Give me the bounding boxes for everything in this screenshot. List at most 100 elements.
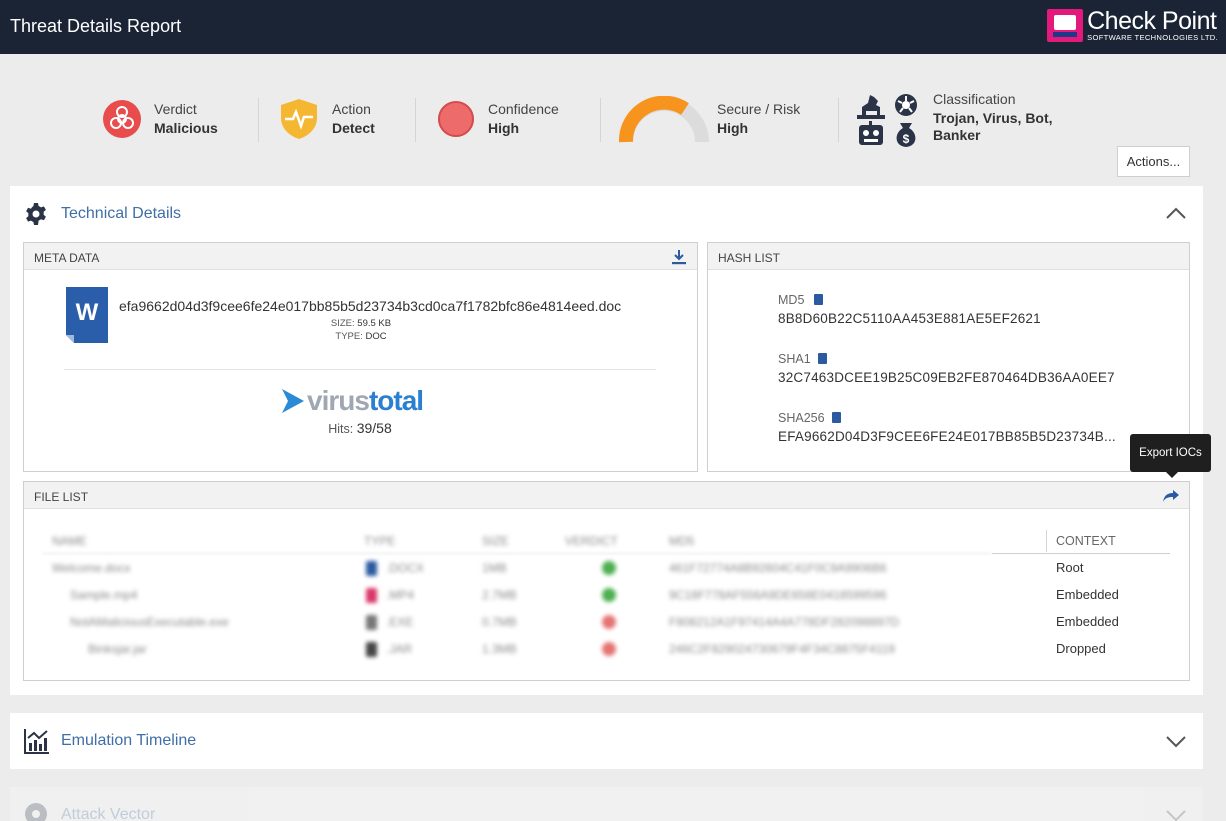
row-context: Root [1056, 560, 1084, 575]
meta-data-header: META DATA [24, 243, 697, 270]
action-label: Action [332, 101, 371, 117]
logo-subtitle: SOFTWARE TECHNOLOGIES LTD. [1087, 33, 1218, 42]
size-value: 59.5 KB [357, 318, 392, 329]
shield-pulse-icon [281, 99, 317, 139]
sha1-value: 32C7463DCEE19B25C09EB2FE870464DB36AA0EE7 [778, 370, 1115, 385]
divider [42, 553, 992, 554]
confidence-summary: Confidence High [488, 101, 559, 136]
chevron-up-icon[interactable] [1165, 206, 1187, 220]
confidence-value: High [488, 120, 520, 136]
divider [600, 98, 601, 142]
chart-icon [24, 729, 49, 754]
sha1-label: SHA1 [778, 352, 811, 366]
verdict-dot-icon [602, 561, 616, 575]
trojan-horse-icon [857, 95, 885, 119]
hits-label: Hits: [328, 422, 354, 436]
chevron-down-icon[interactable] [1165, 809, 1187, 821]
export-share-icon[interactable] [1162, 489, 1180, 503]
divider [838, 98, 839, 142]
action-value: Detect [332, 120, 375, 136]
virustotal-hits: Hits: 39/58 [24, 420, 696, 436]
row-file-size: 2.7MB [482, 588, 517, 602]
copy-icon[interactable] [818, 353, 827, 364]
technical-details-title[interactable]: Technical Details [61, 205, 181, 223]
row-file-type: .MP4 [386, 588, 415, 602]
virus-icon [895, 94, 917, 116]
row-file-name: Welcome.docx [52, 561, 131, 575]
row-file-size: 0.7MB [482, 615, 517, 629]
top-bar: Threat Details Report Check Point SOFTWA… [0, 0, 1226, 54]
row-file-size: 1MB [482, 561, 507, 575]
virustotal-total: total [368, 385, 424, 416]
logo-name: Check Point [1087, 7, 1217, 35]
md5-value: 8B8D60B22C5110AA453E881AE5EF2621 [778, 311, 1041, 326]
bot-icon [859, 121, 883, 145]
classification-label: Classification [933, 91, 1016, 107]
docx-file-icon [366, 561, 377, 576]
jar-file-icon [366, 642, 377, 657]
classification-icons: $ [857, 94, 917, 147]
row-file-name: NotAMaliciousExecutable.exe [70, 615, 229, 629]
file-list-header: FILE LIST [24, 482, 1189, 509]
hash-list-box: HASH LIST MD5 8B8D60B22C5110AA453E881AE5… [707, 242, 1190, 472]
attack-vector-panel[interactable]: Attack Vector [10, 787, 1203, 821]
file-type: TYPE: DOC [261, 331, 461, 342]
verdict-dot-icon [602, 642, 616, 656]
column-header-type: TYPE [364, 534, 396, 548]
divider [415, 98, 416, 142]
risk-summary: Secure / Risk High [717, 101, 800, 136]
column-header-md5: MD5 [669, 534, 695, 548]
row-file-name: Binksjar.jar [88, 642, 147, 656]
virustotal-logo[interactable]: virus total [282, 385, 424, 417]
row-file-size: 1.3MB [482, 642, 517, 656]
sha256-value: EFA9662D04D3F9CEE6FE24E017BB85B5D23734B.… [778, 429, 1116, 444]
exe-file-icon [366, 615, 377, 630]
report-title: Threat Details Report [10, 16, 182, 36]
md5-label: MD5 [778, 293, 805, 307]
divider [64, 369, 656, 370]
attack-vector-title[interactable]: Attack Vector [61, 806, 155, 821]
column-header-name: NAME [52, 534, 87, 548]
gear-icon [26, 203, 46, 225]
column-header-verdict: VERDICT [565, 534, 618, 548]
verdict-dot-icon [602, 615, 616, 629]
row-context: Embedded [1056, 614, 1119, 629]
check-point-logo: Check Point SOFTWARE TECHNOLOGIES LTD. [1047, 9, 1218, 42]
emulation-timeline-title[interactable]: Emulation Timeline [61, 732, 196, 750]
chevron-down-icon[interactable] [1165, 735, 1187, 749]
divider [258, 98, 259, 142]
hits-value: 39/58 [356, 420, 392, 436]
sha256-label: SHA256 [778, 411, 825, 425]
download-icon[interactable] [671, 249, 687, 265]
row-file-name: Sample.mp4 [70, 588, 138, 602]
copy-icon[interactable] [832, 412, 841, 423]
emulation-timeline-panel[interactable]: Emulation Timeline [10, 713, 1203, 769]
row-file-type: .DOCX [386, 561, 425, 575]
divider [992, 553, 1170, 554]
technical-details-panel: Technical Details META DATA W efa9662d04… [10, 186, 1203, 695]
money-bag-icon: $ [896, 123, 916, 147]
attack-vector-icon [25, 803, 47, 821]
row-md5: F808212A1F97414A4A778DF282098897D [669, 615, 900, 629]
risk-gauge-icon [619, 96, 709, 143]
virustotal-virus: virus [307, 385, 370, 416]
verdict-value: Malicious [154, 120, 218, 136]
row-context: Dropped [1056, 641, 1106, 656]
size-label: SIZE: [330, 318, 355, 329]
type-value: DOC [365, 331, 387, 342]
type-label: TYPE: [335, 331, 363, 342]
column-header-context: CONTEXT [1056, 534, 1116, 548]
column-header-size: SIZE [482, 534, 509, 548]
file-name: efa9662d04d3f9cee6fe24e017bb85b5d23734b3… [119, 298, 622, 314]
doc-letter: W [76, 299, 99, 326]
row-md5: 461F72774A8B92604C41F0C9A9906B6 [669, 561, 887, 575]
actions-button[interactable]: Actions... [1117, 146, 1190, 177]
risk-label: Secure / Risk [717, 101, 801, 117]
row-file-type: .JAR [386, 642, 413, 656]
copy-icon[interactable] [814, 294, 823, 305]
row-md5: 9C18F778AF556A9DE658E0418599596 [669, 588, 887, 602]
row-file-type: .EXE [386, 615, 414, 629]
svg-text:$: $ [903, 132, 910, 146]
export-iocs-tooltip: Export IOCs [1130, 434, 1211, 478]
logo-mark-icon [1047, 9, 1084, 42]
